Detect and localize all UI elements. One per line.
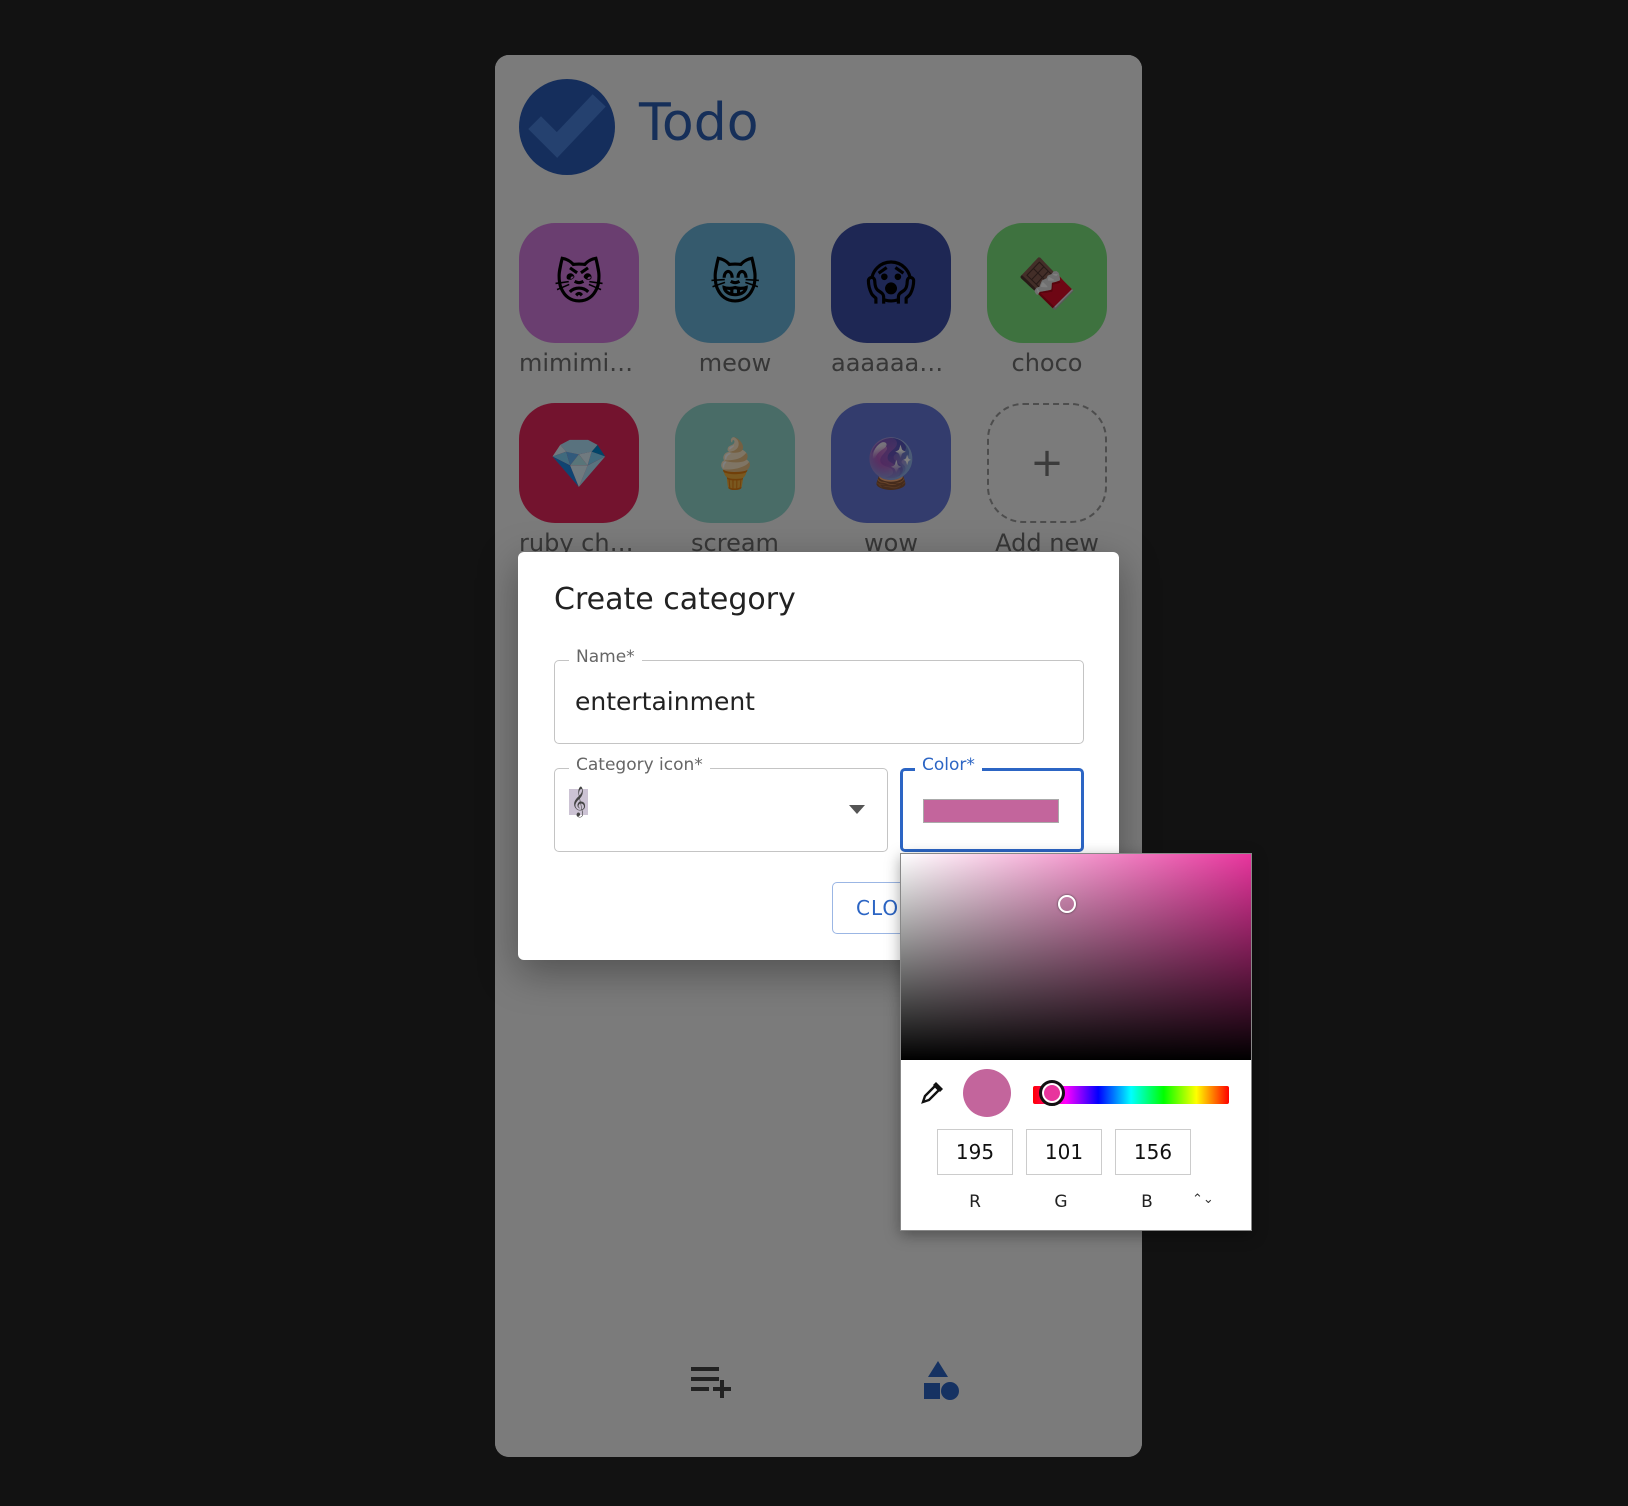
color-field[interactable]: Color*	[900, 755, 1084, 852]
category-icon-label: Category icon*	[569, 755, 710, 775]
dialog-title: Create category	[554, 582, 796, 617]
name-input[interactable]: entertainment	[575, 687, 755, 716]
color-preview	[963, 1069, 1011, 1117]
color-swatch[interactable]	[923, 799, 1059, 823]
blue-input[interactable]: 156	[1115, 1129, 1191, 1175]
treble-clef-icon: 𝄞	[569, 787, 589, 817]
color-picker-popup: 195 101 156 R G B ⌃⌄	[900, 853, 1252, 1231]
green-label: G	[1054, 1192, 1068, 1212]
dropdown-arrow-icon[interactable]	[849, 805, 865, 814]
blue-label: B	[1141, 1192, 1153, 1212]
category-icon-select[interactable]: Category icon* 𝄞	[554, 755, 888, 852]
red-label: R	[969, 1192, 981, 1212]
green-input[interactable]: 101	[1026, 1129, 1102, 1175]
name-field[interactable]: Name* entertainment	[554, 647, 1084, 744]
name-field-label: Name*	[569, 647, 642, 667]
eyedropper-icon[interactable]	[919, 1078, 947, 1106]
saturation-value-area[interactable]	[901, 854, 1251, 1060]
hue-slider-handle[interactable]	[1039, 1080, 1065, 1106]
format-toggle-icon[interactable]: ⌃⌄	[1192, 1192, 1214, 1207]
red-input[interactable]: 195	[937, 1129, 1013, 1175]
color-field-label: Color*	[915, 755, 982, 775]
saturation-handle[interactable]	[1058, 895, 1076, 913]
